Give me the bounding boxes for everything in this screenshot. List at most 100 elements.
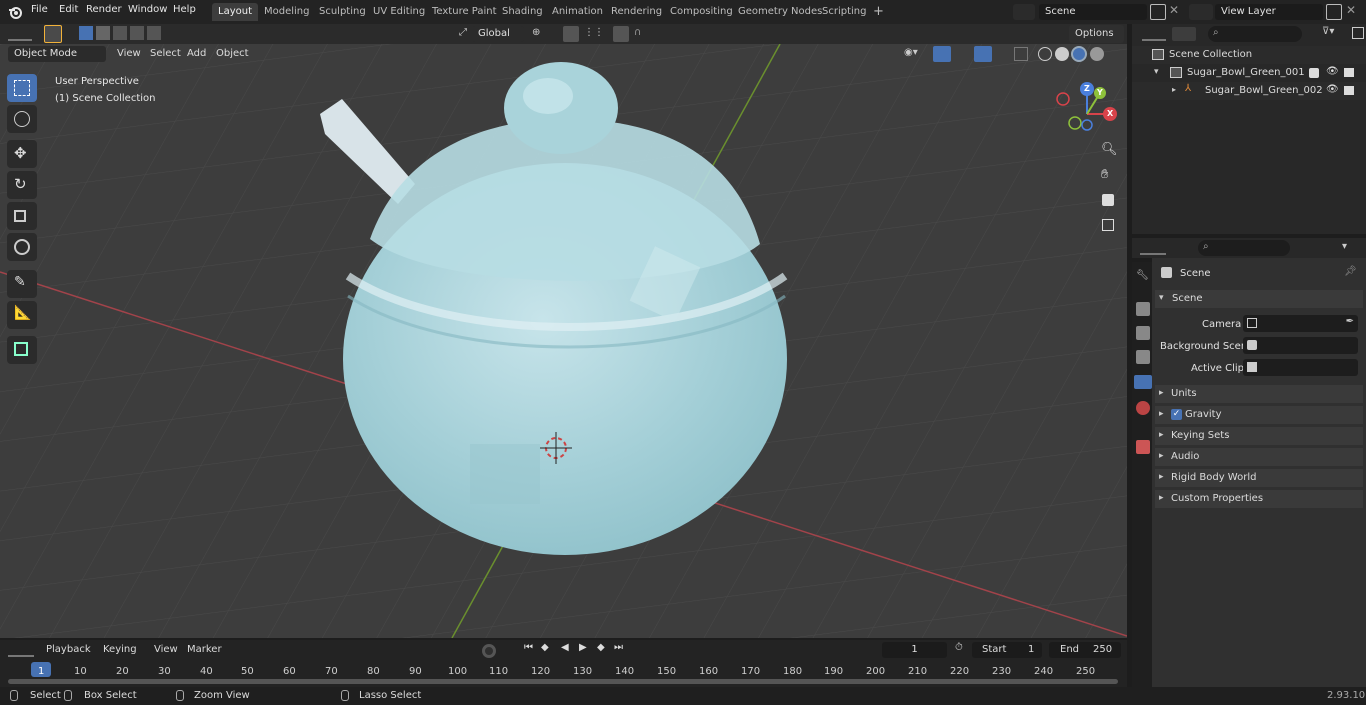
viewport-menu-add[interactable]: Add <box>187 48 206 59</box>
tab-animation[interactable]: Animation <box>546 3 609 21</box>
outliner-display-mode-icon[interactable] <box>1172 27 1196 41</box>
active-clip-field[interactable] <box>1243 359 1358 376</box>
viewport-menu-select[interactable]: Select <box>150 48 181 59</box>
gizmo-toggle-icon[interactable] <box>933 46 951 62</box>
3d-viewport[interactable]: Object Mode View Select Add Object ◉▾ Us… <box>0 44 1127 638</box>
timeline-menu-keying[interactable]: Keying <box>103 644 137 655</box>
new-view-layer-icon[interactable] <box>1326 4 1342 20</box>
units-panel-header[interactable]: ▸ Units <box>1155 385 1363 403</box>
jump-to-keyframe-back-icon[interactable]: ◆ <box>541 642 549 653</box>
outliner-row-scene-collection[interactable]: Scene Collection <box>1132 46 1366 64</box>
custom-properties-panel-header[interactable]: ▸ Custom Properties <box>1155 490 1363 508</box>
eye-icon[interactable]: 👁︎ <box>1326 84 1339 95</box>
timeline-menu-playback[interactable]: Playback <box>46 644 91 655</box>
new-scene-icon[interactable] <box>1150 4 1166 20</box>
tool-move[interactable]: ✥ <box>7 140 37 168</box>
start-frame-field[interactable]: Start 1 <box>972 642 1042 658</box>
pivot-point-icon[interactable]: ⊕ <box>532 27 540 38</box>
camera-render-icon[interactable] <box>1344 68 1354 77</box>
properties-options-icon[interactable]: ▾ <box>1342 241 1347 252</box>
perspective-toggle-button[interactable] <box>1097 215 1119 237</box>
zoom-button[interactable]: 🔍︎ <box>1097 140 1119 162</box>
proportional-editing-icon[interactable] <box>613 26 629 42</box>
remove-view-layer-icon[interactable]: ✕ <box>1346 3 1356 17</box>
blender-logo-icon[interactable] <box>8 5 22 19</box>
pan-button[interactable]: ✋︎ <box>1097 165 1119 187</box>
properties-editor-type-icon[interactable] <box>1140 241 1166 255</box>
tool-select-box[interactable] <box>7 74 37 102</box>
outliner-editor-type-icon[interactable] <box>1142 27 1166 41</box>
tab-layout[interactable]: Layout <box>212 3 258 21</box>
tab-uv-editing[interactable]: UV Editing <box>367 3 431 21</box>
checkbox-icon[interactable] <box>1309 68 1319 78</box>
jump-to-end-icon[interactable]: ⏭︎ <box>614 642 623 653</box>
texture-tab-icon[interactable] <box>1136 440 1150 454</box>
gravity-panel-header[interactable]: ▸ ✓ Gravity <box>1155 406 1363 424</box>
jump-to-start-icon[interactable]: ⏮︎ <box>524 642 533 653</box>
selection-mode-subtract-icon[interactable] <box>113 26 127 40</box>
tab-sculpting[interactable]: Sculpting <box>313 3 372 21</box>
tab-rendering[interactable]: Rendering <box>605 3 668 21</box>
select-tool-icon[interactable] <box>44 25 62 43</box>
camera-view-button[interactable] <box>1097 190 1119 212</box>
background-scene-field[interactable] <box>1243 337 1358 354</box>
stopwatch-icon[interactable]: ⏱︎ <box>955 642 963 653</box>
tool-tab-icon[interactable]: 🔧︎ <box>1136 270 1150 284</box>
outliner-row-sugar-bowl-001[interactable]: ▾ Sugar_Bowl_Green_001 👁︎ <box>1132 64 1366 82</box>
play-reverse-icon[interactable]: ◀ <box>561 642 569 653</box>
tool-rotate[interactable]: ↻ <box>7 171 37 199</box>
options-dropdown[interactable]: Options <box>1069 25 1124 43</box>
solid-shading-icon[interactable] <box>1055 47 1069 61</box>
object-mode-dropdown[interactable]: Object Mode <box>8 46 106 62</box>
timeline-scrollbar[interactable] <box>8 679 1118 684</box>
expand-arrow-icon[interactable]: ▾ <box>1154 67 1159 77</box>
expand-arrow-icon[interactable]: ▸ <box>1172 85 1176 94</box>
editor-type-icon[interactable] <box>8 27 32 41</box>
eye-icon[interactable]: 👁︎ <box>1326 66 1339 77</box>
jump-to-keyframe-forward-icon[interactable]: ◆ <box>597 642 605 653</box>
selection-mode-extend-icon[interactable] <box>96 26 110 40</box>
wireframe-shading-icon[interactable] <box>1038 47 1052 61</box>
visibility-selectability-icon[interactable]: ◉▾ <box>904 47 918 58</box>
eyedropper-icon[interactable]: ✒︎ <box>1346 316 1354 327</box>
rendered-shading-icon[interactable] <box>1090 47 1104 61</box>
outliner-row-sugar-bowl-002[interactable]: ▸ ⅄ Sugar_Bowl_Green_002 👁︎ <box>1132 82 1366 100</box>
world-tab-icon[interactable] <box>1136 401 1150 415</box>
tab-texture-paint[interactable]: Texture Paint <box>426 3 503 21</box>
scene-name-field[interactable]: Scene <box>1039 4 1147 20</box>
viewport-menu-view[interactable]: View <box>117 48 141 59</box>
gravity-checkbox[interactable]: ✓ <box>1171 409 1182 420</box>
selection-mode-intersect-icon[interactable] <box>147 26 161 40</box>
camera-render-icon[interactable] <box>1344 86 1354 95</box>
scene-tab-icon[interactable] <box>1134 375 1152 389</box>
viewport-menu-object[interactable]: Object <box>216 48 249 59</box>
properties-search-input[interactable]: ⌕ <box>1198 240 1290 256</box>
selection-mode-new-icon[interactable] <box>79 26 93 40</box>
overlay-toggle-icon[interactable] <box>974 46 992 62</box>
tab-scripting[interactable]: Scripting <box>816 3 872 21</box>
remove-scene-icon[interactable]: ✕ <box>1169 3 1179 17</box>
add-workspace-button[interactable]: + <box>867 1 890 19</box>
menu-edit[interactable]: Edit <box>59 4 78 15</box>
end-frame-field[interactable]: End 250 <box>1049 642 1121 658</box>
keying-sets-panel-header[interactable]: ▸ Keying Sets <box>1155 427 1363 445</box>
view-layer-tab-icon[interactable] <box>1136 350 1150 364</box>
current-frame-field[interactable]: 1 <box>882 642 947 658</box>
tool-annotate[interactable]: ✎ <box>7 270 37 298</box>
tool-add-cube[interactable] <box>7 336 37 364</box>
menu-render[interactable]: Render <box>86 4 122 15</box>
output-tab-icon[interactable] <box>1136 326 1150 340</box>
snap-icon[interactable] <box>563 26 579 42</box>
selection-mode-invert-icon[interactable] <box>130 26 144 40</box>
view-layer-field[interactable]: View Layer <box>1215 4 1323 20</box>
render-tab-icon[interactable] <box>1136 302 1150 316</box>
scene-selector-icon[interactable] <box>1013 4 1035 20</box>
snap-target-icon[interactable]: ⋮⋮ <box>584 27 604 38</box>
tool-scale[interactable] <box>7 202 37 230</box>
menu-window[interactable]: Window <box>128 4 167 15</box>
rigid-body-world-panel-header[interactable]: ▸ Rigid Body World <box>1155 469 1363 487</box>
outliner-search-input[interactable]: ⌕ <box>1208 26 1302 42</box>
xray-toggle-icon[interactable] <box>1014 47 1028 61</box>
tab-shading[interactable]: Shading <box>496 3 549 21</box>
pin-icon[interactable]: 📌︎ <box>1344 266 1357 277</box>
